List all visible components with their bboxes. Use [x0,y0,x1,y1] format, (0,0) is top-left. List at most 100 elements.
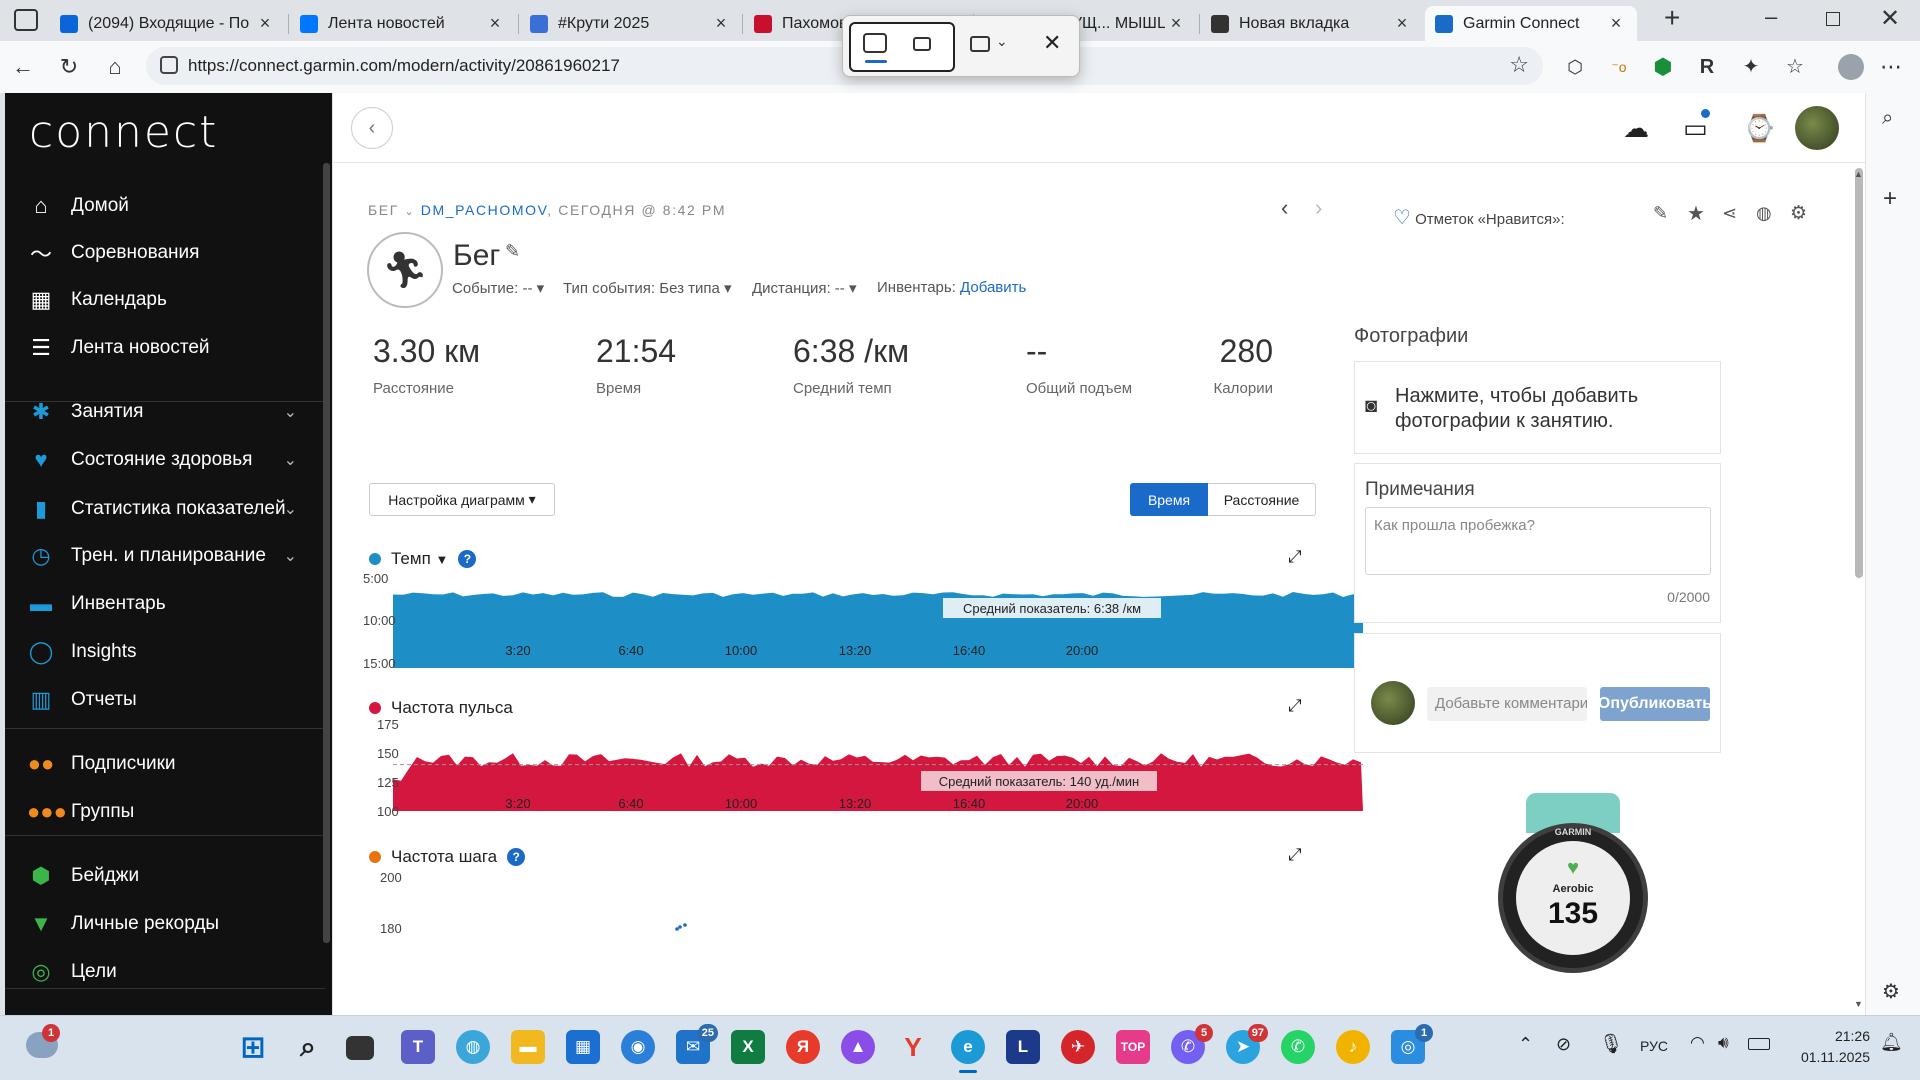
search-icon[interactable]: ⌕ [1882,107,1893,130]
browser-tab[interactable]: #Крути 2025 × [520,6,742,41]
activity-type-crumb[interactable]: БЕГ [368,202,399,218]
sidebar-item[interactable]: ▼ Личные рекорды [5,901,315,947]
tray-app-icon[interactable]: ⊘ [1556,1034,1571,1055]
heart-rate-chart[interactable]: 175 150 125 100 3:20 6:40 10:00 13:20 16:40 20:00… [363,719,1363,819]
sidebar-item[interactable]: ⬢ Бейджи [5,853,315,899]
snip-shape-icon[interactable] [970,36,990,52]
add-photos-panel[interactable]: ◙ Нажмите, чтобы добавить фотографии к з… [1354,361,1721,454]
excel-icon[interactable]: X [731,1030,765,1064]
whatsapp-icon[interactable]: ✆ [1281,1030,1315,1064]
minimize-button[interactable]: – [1765,4,1777,30]
settings-gear-icon[interactable]: ⚙ [1790,202,1807,225]
store-icon[interactable]: ▦ [566,1030,600,1064]
chevron-down-icon[interactable]: ⌄ [284,499,297,519]
sidebar-item[interactable]: ●● Подписчики [5,741,315,787]
extensions-icon[interactable]: ✦ [1738,54,1764,80]
sidebar-item[interactable]: ♥ Состояние здоровья ⌄ [5,437,315,483]
pace-chart[interactable]: 5:00 10:00 15:00 3:20 6:40 10:00 13:20 16:40 20:… [363,573,1363,673]
sidebar-scrollbar[interactable] [323,163,330,943]
chevron-down-icon[interactable]: ⌄ [284,450,297,470]
yandex-browser-icon[interactable]: Y [896,1030,930,1064]
red-app-icon[interactable]: ✈ [1061,1030,1095,1064]
sidebar-item[interactable]: ▦ Календарь [5,277,315,323]
close-tab-icon[interactable]: × [1605,13,1627,34]
music-app-icon[interactable]: ♪ [1336,1030,1370,1064]
activity-title[interactable]: Бег [453,239,500,273]
search-icon[interactable]: ⌕ [291,1030,325,1064]
inbox-icon[interactable]: ▭ [1683,109,1710,144]
site-info-icon[interactable] [160,56,178,74]
comment-input[interactable]: Добавьте комментарий, и [1427,687,1587,721]
chart-settings-button[interactable]: Настройка диаграмм ▾ [369,483,555,516]
notification-bell-icon[interactable]: 🔔︎ [1880,1032,1903,1053]
connect-logo[interactable]: connect [29,107,218,158]
sidebar-item[interactable]: ✱ Занятия ⌄ [5,389,315,435]
add-icon[interactable]: + [1883,185,1897,213]
help-icon[interactable]: ? [458,550,477,568]
extension-guard-icon[interactable]: ⬢ [1650,54,1676,80]
tab-actions-icon[interactable] [14,9,38,31]
wifi-icon[interactable]: ◠ [1690,1033,1705,1053]
sidebar-item[interactable]: ▮ Статистика показателей ⌄ [5,486,315,532]
sidebar-item[interactable]: ⌂ Домой [5,183,315,229]
back-icon[interactable]: ← [10,54,36,80]
scroll-up-icon[interactable]: ▲ [1854,169,1863,179]
restore-button[interactable] [1826,12,1840,26]
telegram-icon[interactable]: ➤ 97 [1226,1024,1268,1064]
more-icon[interactable]: ⋯ [1878,54,1904,80]
sidebar-item[interactable]: ▥ Отчеты [5,677,315,723]
cadence-chart[interactable]: 200 180 [363,869,1363,1015]
mail-app-icon[interactable]: ✉ 25 [676,1024,718,1064]
settings-gear-icon[interactable]: ⚙ [1882,979,1900,1004]
top-app-icon[interactable]: TOP [1116,1030,1150,1064]
privacy-globe-icon[interactable]: ◍ [1756,203,1772,224]
globe-app-icon[interactable]: ◍ [456,1030,490,1064]
close-icon[interactable]: ✕ [1043,30,1061,56]
share-icon[interactable]: ⋖ [1722,203,1737,224]
browser-tab[interactable]: Garmin Connect × [1425,6,1637,41]
extension-r-icon[interactable]: R [1694,54,1720,80]
expand-cadence-chart-icon[interactable]: ⤢ [1288,845,1302,865]
m365-icon[interactable]: ◉ [621,1030,655,1064]
chat-app-icon[interactable]: ◎ 1 [1391,1024,1433,1064]
distance-dropdown[interactable]: Дистанция: -- ▾ [752,279,857,297]
close-window-button[interactable]: ✕ [1880,4,1900,33]
previous-activity-icon[interactable]: ‹ [1281,195,1288,221]
clock-time[interactable]: 21:26 [1790,1028,1870,1044]
expand-pace-chart-icon[interactable]: ⤢ [1288,547,1302,567]
edit-title-icon[interactable]: ✎ [505,241,520,262]
chevron-down-icon[interactable]: ⌄ [404,206,415,218]
pace-dropdown-icon[interactable]: ▼ [436,552,449,567]
close-tab-icon[interactable]: × [1165,13,1187,34]
alice-icon[interactable]: ▲ [841,1030,875,1064]
viber-icon[interactable]: ✆ 5 [1171,1024,1213,1064]
sidebar-item[interactable]: ●●● Группы [5,789,315,835]
volume-icon[interactable]: 🔊︎ [1718,1033,1729,1053]
favorite-star-icon[interactable]: ☆ [1509,52,1529,78]
user-avatar[interactable] [1795,106,1839,150]
microphone-icon[interactable]: 🎙︎ [1599,1032,1623,1056]
sidebar-item[interactable]: ◷ Трен. и планирование ⌄ [5,533,315,579]
sidebar-item[interactable]: ☰ Лента новостей [5,325,315,371]
tray-overflow-icon[interactable]: ⌃ [1518,1034,1533,1055]
browser-tab[interactable]: Новая вкладка × [1201,6,1423,41]
camera-icon[interactable] [863,33,887,53]
close-tab-icon[interactable]: × [710,13,732,34]
toggle-time-button[interactable]: Время [1130,483,1208,516]
upload-icon[interactable]: ☁ [1623,113,1649,144]
expand-heart-rate-chart-icon[interactable]: ⤢ [1288,696,1302,716]
collapse-sidebar-button[interactable]: ‹ [351,107,393,149]
device-icon[interactable]: ⌚ [1743,113,1775,144]
l-app-icon[interactable]: L [1006,1030,1040,1064]
toggle-distance-button[interactable]: Расстояние [1208,483,1316,516]
close-tab-icon[interactable]: × [254,13,276,34]
chevron-down-icon[interactable]: ⌄ [996,33,1008,50]
edit-icon[interactable]: ✎ [1653,203,1668,224]
home-icon[interactable]: ⌂ [102,54,128,80]
yandex-icon[interactable]: Я [786,1030,820,1064]
scroll-down-icon[interactable]: ▼ [1854,999,1863,1009]
clock-date[interactable]: 01.11.2025 [1790,1049,1870,1065]
notes-textarea[interactable]: Как прошла пробежка? [1365,507,1711,575]
weather-icon[interactable]: 1 [26,1024,60,1058]
video-icon[interactable] [913,37,931,51]
